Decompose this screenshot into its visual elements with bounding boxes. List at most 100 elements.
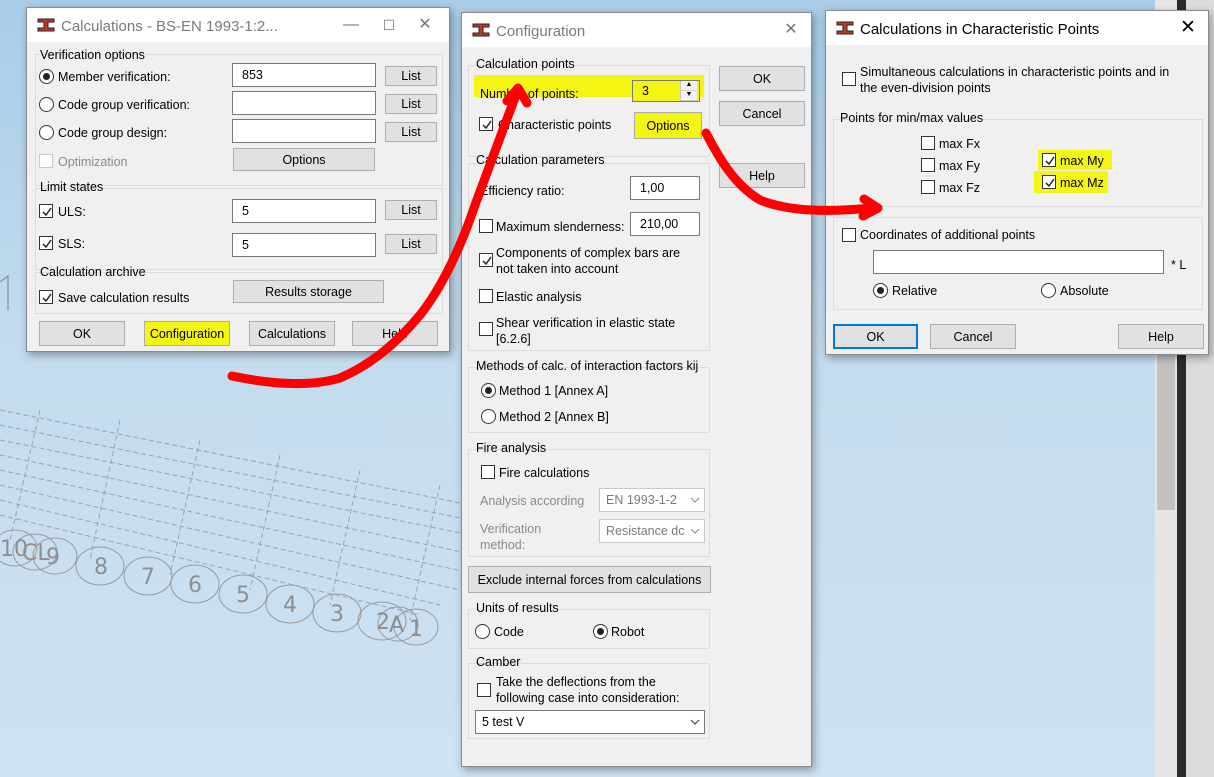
sls-list-button[interactable]: List [385, 234, 437, 254]
maximize-icon[interactable]: ☐ [379, 15, 399, 35]
efficiency-ratio-input[interactable]: 1,00 [630, 176, 700, 200]
elastic-analysis-checkbox[interactable] [479, 289, 493, 303]
verification-method-select[interactable]: Resistance dc [599, 519, 705, 543]
help-button[interactable]: Help [719, 163, 805, 188]
sls-input[interactable]: 5 [232, 233, 376, 257]
close-icon[interactable]: ✕ [415, 15, 435, 35]
camber-case-select[interactable]: 5 test V [475, 710, 705, 734]
axis-label: 8 [94, 555, 108, 580]
max-mz-label: max Mz [1060, 176, 1104, 190]
number-of-points-label: Number of points: [480, 87, 579, 101]
additional-points-input[interactable] [873, 250, 1164, 274]
camber-text-2: following case into consideration: [496, 691, 680, 705]
max-slenderness-checkbox[interactable] [479, 219, 493, 233]
units-robot-radio[interactable] [593, 624, 608, 639]
axis-label: 7 [141, 565, 155, 590]
sls-checkbox[interactable] [39, 236, 53, 250]
characteristic-options-button[interactable]: Options [634, 112, 702, 139]
cancel-button[interactable]: Cancel [930, 324, 1016, 349]
close-icon[interactable]: ✕ [781, 20, 801, 40]
title-bar[interactable]: Calculations in Characteristic Points ✕ [826, 11, 1208, 45]
max-fx-checkbox[interactable] [921, 136, 935, 150]
help-button[interactable]: Help [1118, 324, 1204, 349]
ok-button[interactable]: OK [39, 321, 125, 346]
spin-up-icon[interactable]: ▲ [681, 81, 697, 91]
max-fx-label: max Fx [939, 137, 980, 151]
simultaneous-calc-checkbox[interactable] [842, 72, 856, 86]
save-results-checkbox[interactable] [39, 290, 53, 304]
code-group-verification-radio[interactable] [39, 97, 54, 112]
uls-checkbox[interactable] [39, 204, 53, 218]
window-title: Configuration [496, 23, 586, 40]
close-icon[interactable]: ✕ [1178, 18, 1198, 38]
axis-label: 6 [188, 573, 202, 598]
ok-button[interactable]: OK [719, 66, 805, 91]
chevron-down-icon [690, 528, 700, 534]
fire-calculations-checkbox[interactable] [481, 465, 495, 479]
camber-text-1: Take the deflections from the [496, 675, 656, 689]
limit-states-label: Limit states [40, 180, 104, 194]
spinner-arrows[interactable]: ▲ ▼ [680, 81, 697, 101]
calculations-button[interactable]: Calculations [249, 321, 335, 346]
window-title: Calculations - BS-EN 1993-1:2... [61, 18, 278, 35]
camber-label: Camber [476, 655, 521, 669]
analysis-according-value: EN 1993-1-2 [606, 493, 677, 507]
optimization-checkbox[interactable] [39, 154, 53, 168]
optimization-options-button[interactable]: Options [233, 148, 375, 171]
sls-label: SLS: [58, 237, 86, 251]
minmax-group [833, 119, 1203, 207]
code-group-verification-list-button[interactable]: List [385, 94, 437, 114]
code-group-design-input[interactable] [232, 119, 376, 143]
minimize-icon[interactable]: — [341, 15, 361, 35]
max-slenderness-input[interactable]: 210,00 [630, 212, 700, 236]
max-my-checkbox[interactable] [1042, 153, 1056, 167]
relative-radio[interactable] [873, 283, 888, 298]
units-robot-label: Robot [611, 625, 645, 639]
absolute-radio[interactable] [1041, 283, 1056, 298]
ok-button[interactable]: OK [833, 324, 918, 349]
method2-label: Method 2 [Annex B] [499, 410, 609, 424]
method1-radio[interactable] [481, 383, 496, 398]
units-code-radio[interactable] [475, 624, 490, 639]
minmax-label: Points for min/max values [840, 111, 984, 125]
exclude-internal-forces-button[interactable]: Exclude internal forces from calculation… [468, 566, 711, 593]
camber-checkbox[interactable] [477, 683, 491, 697]
shear-elastic-label-1: Shear verification in elastic state [496, 316, 676, 330]
uls-input[interactable]: 5 [232, 199, 376, 223]
units-label: Units of results [476, 601, 559, 615]
uls-list-button[interactable]: List [385, 200, 437, 220]
axis-label: 1 [409, 617, 423, 642]
title-bar[interactable]: Calculations - BS-EN 1993-1:2... — ☐ ✕ [27, 8, 449, 42]
code-group-verification-input[interactable] [232, 91, 376, 115]
code-group-design-radio[interactable] [39, 125, 54, 140]
complex-bars-label-2: not taken into account [496, 262, 619, 276]
help-button[interactable]: Help [352, 321, 438, 346]
calculation-points-label: Calculation points [476, 57, 575, 71]
save-results-label: Save calculation results [58, 291, 190, 305]
results-storage-button[interactable]: Results storage [233, 280, 384, 303]
analysis-according-select[interactable]: EN 1993-1-2 [599, 488, 705, 512]
max-mz-checkbox[interactable] [1042, 175, 1056, 189]
shear-elastic-checkbox[interactable] [479, 322, 493, 336]
member-list-input[interactable]: 853 [232, 63, 376, 87]
title-bar[interactable]: Configuration ✕ [462, 13, 811, 47]
method2-radio[interactable] [481, 409, 496, 424]
code-group-design-list-button[interactable]: List [385, 122, 437, 142]
additional-points-checkbox[interactable] [842, 228, 856, 242]
elastic-analysis-label: Elastic analysis [496, 290, 582, 304]
unit-suffix-label: * L [1171, 258, 1187, 272]
complex-bars-checkbox[interactable] [479, 253, 493, 267]
characteristic-points-checkbox[interactable] [479, 117, 493, 131]
complex-bars-label-1: Components of complex bars are [496, 246, 681, 260]
cancel-button[interactable]: Cancel [719, 101, 805, 126]
fire-analysis-label: Fire analysis [476, 441, 547, 455]
max-fy-checkbox[interactable] [921, 158, 935, 172]
member-list-button[interactable]: List [385, 66, 437, 86]
spin-down-icon[interactable]: ▼ [681, 91, 697, 101]
member-verification-radio[interactable] [39, 69, 54, 84]
configuration-button[interactable]: Configuration [144, 321, 230, 346]
max-fz-checkbox[interactable] [921, 180, 935, 194]
fire-calculations-label: Fire calculations [499, 466, 590, 480]
calculations-window: Calculations - BS-EN 1993-1:2... — ☐ ✕ V… [26, 7, 450, 352]
characteristic-points-label: Characteristic points [498, 118, 612, 132]
